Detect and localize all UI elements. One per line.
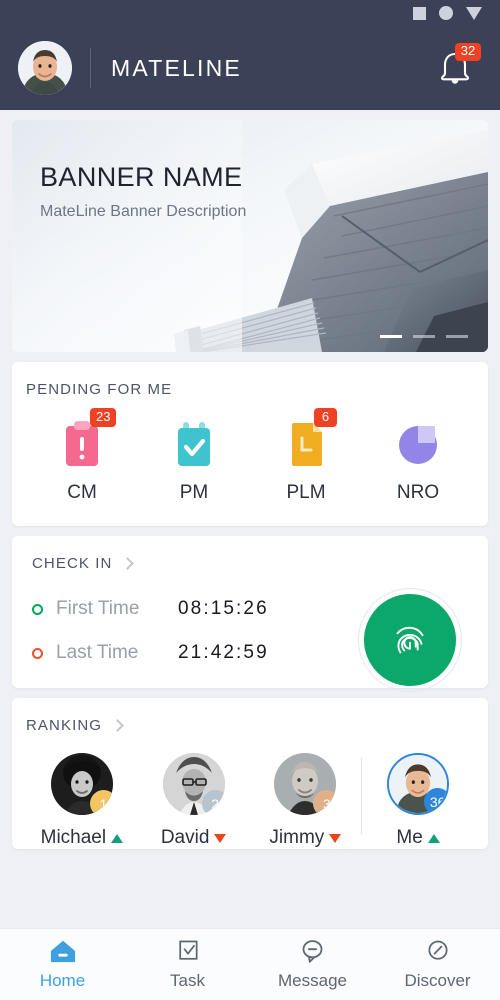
tab-discover[interactable]: Discover [375, 938, 500, 991]
compass-icon [427, 940, 448, 960]
chevron-right-icon[interactable] [111, 719, 124, 732]
ranking-card: RANKING 1 Michael 2 David 3 Jimmy 36 Me [12, 698, 488, 849]
status-dot-first [32, 603, 43, 615]
ranking-item-michael[interactable]: 1 Michael [26, 753, 138, 849]
pending-grid: 23 CM PM 6 PLM NRO [26, 408, 474, 504]
pending-badge-plm: 6 [314, 408, 337, 427]
ranking-name-row: Michael [40, 827, 124, 849]
avatar: 36 [387, 753, 450, 815]
ranking-name: Michael [40, 827, 107, 848]
notification-badge: 32 [455, 43, 481, 61]
ranking-header[interactable]: RANKING [26, 717, 474, 734]
checkin-header[interactable]: CHECK IN [32, 555, 468, 572]
calendar-check-icon [170, 418, 218, 468]
pending-item-pm[interactable]: PM [138, 418, 250, 504]
ranking-item-jimmy[interactable]: 3 Jimmy [250, 753, 362, 849]
tab-label-task: Task [170, 971, 205, 990]
tab-task[interactable]: Task [125, 938, 250, 991]
avatar: 2 [162, 753, 225, 815]
home-icon [50, 940, 75, 963]
triangle-down-icon [466, 6, 482, 20]
ranking-name-row: Me [396, 827, 440, 849]
checkin-time-first: 08:15:26 [178, 598, 269, 619]
pending-label-plm: PLM [286, 482, 326, 503]
checkin-title: CHECK IN [32, 555, 113, 572]
avatar[interactable] [18, 41, 72, 95]
banner-title: BANNER NAME [40, 162, 243, 192]
square-icon [413, 6, 426, 20]
pending-label-nro: NRO [396, 482, 440, 503]
banner-text-block: BANNER NAME MateLine Banner Description [40, 162, 246, 221]
circle-icon [439, 6, 453, 20]
trend-down-icon [329, 833, 342, 843]
pending-header: PENDING FOR ME [26, 381, 474, 398]
tab-home[interactable]: Home [0, 938, 125, 991]
checkin-time-last: 21:42:59 [178, 642, 269, 663]
ranking-name: Me [396, 827, 423, 848]
trend-up-icon [427, 833, 440, 843]
task-check-icon [178, 940, 198, 960]
carousel-dot-2[interactable] [413, 335, 435, 338]
pending-card: PENDING FOR ME 23 CM PM 6 PLM NRO [12, 362, 488, 526]
ranking-name-row: David [161, 827, 227, 849]
notification-button[interactable]: 32 [432, 43, 481, 91]
banner-image [12, 120, 488, 352]
pie-chart-icon [394, 418, 442, 468]
fingerprint-icon [396, 626, 424, 654]
ranking-title: RANKING [26, 717, 103, 734]
ranking-list: 1 Michael 2 David 3 Jimmy 36 Me [26, 753, 474, 849]
trend-down-icon [214, 833, 227, 843]
page-title: MATELINE [111, 54, 242, 81]
pending-badge-cm: 23 [90, 408, 117, 427]
rank-badge: 3 [313, 790, 337, 815]
checkin-label-first: First Time [56, 598, 140, 619]
ranking-name: David [160, 827, 210, 848]
carousel-indicators[interactable] [380, 335, 468, 338]
rank-badge: 1 [89, 790, 113, 815]
fingerprint-ring [358, 588, 462, 692]
fingerprint-button[interactable] [364, 594, 456, 686]
status-bar [0, 0, 500, 26]
avatar: 1 [50, 753, 113, 815]
banner-card[interactable]: BANNER NAME MateLine Banner Description [12, 120, 488, 352]
banner-subtitle: MateLine Banner Description [40, 203, 247, 220]
ranking-name: Jimmy [269, 827, 325, 848]
ranking-item-david[interactable]: 2 David [138, 753, 250, 849]
app-header: MATELINE 32 [0, 26, 500, 110]
tab-label-discover: Discover [404, 971, 471, 990]
bottom-navigation: Home Task Message Discover [0, 928, 500, 1000]
tab-label-message: Message [278, 971, 347, 990]
pending-item-cm[interactable]: 23 CM [26, 408, 138, 504]
checkin-card: CHECK IN First Time 08:15:26 Last Time 2… [12, 536, 488, 692]
tab-label-home: Home [39, 971, 86, 990]
pending-label-pm: PM [179, 482, 209, 503]
ranking-name-row: Jimmy [269, 827, 342, 849]
carousel-dot-1[interactable] [380, 335, 402, 338]
message-icon [302, 940, 323, 963]
rank-badge: 36 [424, 788, 448, 813]
status-dot-last [32, 647, 43, 659]
ranking-item-me[interactable]: 36 Me [362, 753, 474, 849]
rank-badge: 2 [201, 790, 225, 815]
chevron-right-icon[interactable] [121, 557, 135, 570]
tab-message[interactable]: Message [250, 938, 375, 991]
pending-label-cm: CM [67, 482, 97, 503]
pending-title: PENDING FOR ME [26, 381, 173, 398]
carousel-dot-3[interactable] [446, 335, 468, 338]
pending-item-plm[interactable]: 6 PLM [250, 408, 362, 504]
avatar: 3 [274, 753, 337, 815]
pending-item-nro[interactable]: NRO [362, 418, 474, 504]
checkin-label-last: Last Time [56, 642, 139, 663]
trend-up-icon [111, 833, 124, 843]
header-divider [90, 48, 91, 88]
